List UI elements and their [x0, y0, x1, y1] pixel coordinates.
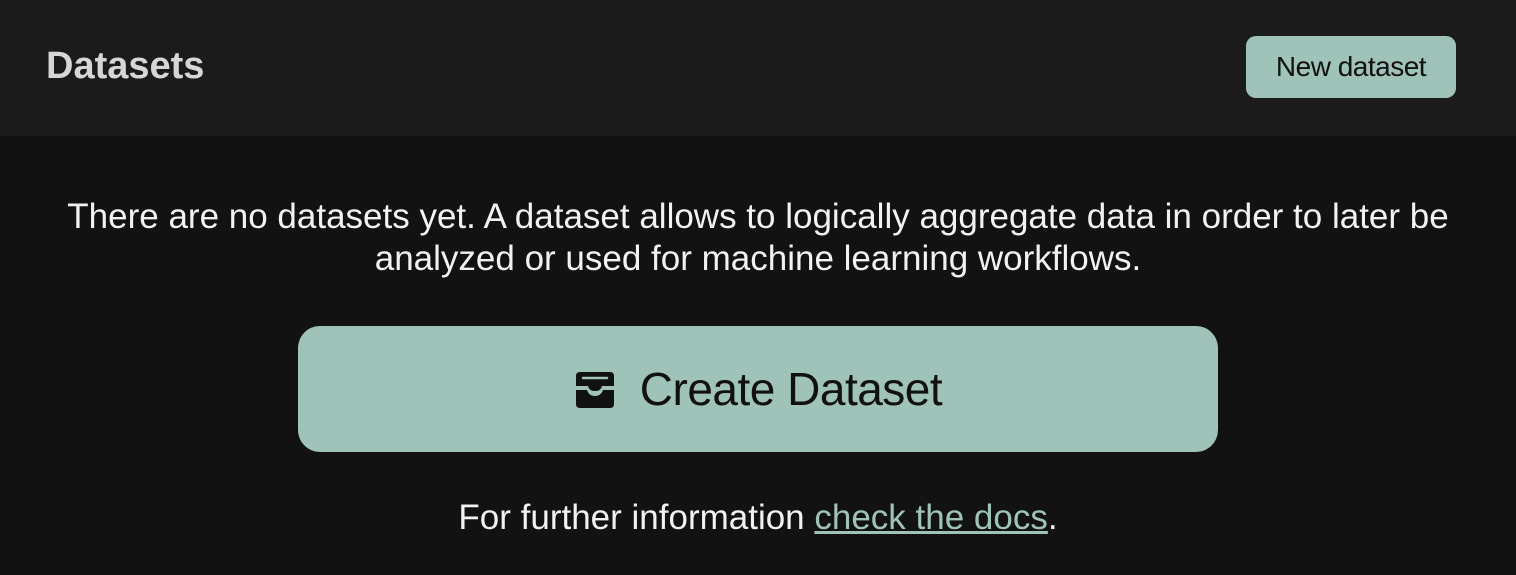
- inbox-tray-icon: [574, 368, 616, 410]
- new-dataset-button[interactable]: New dataset: [1246, 36, 1456, 98]
- empty-state-message: There are no datasets yet. A dataset all…: [67, 197, 1449, 278]
- page-header: Datasets New dataset: [0, 0, 1516, 136]
- docs-hint-suffix: .: [1047, 498, 1058, 537]
- docs-hint: For further information check the docs.: [0, 496, 1516, 540]
- empty-state: There are no datasets yet. A dataset all…: [0, 136, 1516, 575]
- create-dataset-label: Create Dataset: [639, 363, 943, 415]
- page-title: Datasets: [46, 45, 205, 87]
- docs-hint-prefix: For further information: [458, 498, 815, 537]
- create-dataset-button[interactable]: Create Dataset: [298, 326, 1218, 452]
- docs-link[interactable]: check the docs: [814, 498, 1047, 537]
